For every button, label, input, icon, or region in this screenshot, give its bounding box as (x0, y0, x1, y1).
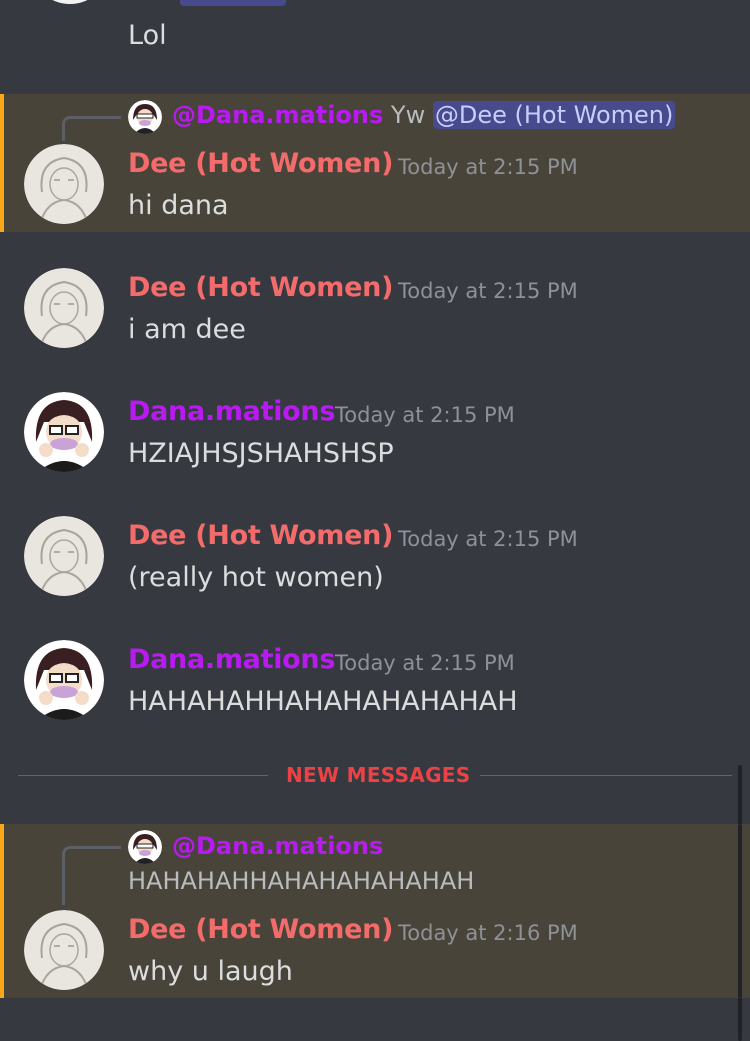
message-author[interactable]: Dee (Hot Women) (128, 148, 393, 179)
message-timestamp: Today at 2:16 PM (398, 921, 578, 945)
message-text: (really hot women) (128, 562, 384, 593)
new-messages-label: NEW MESSAGES (286, 763, 471, 787)
mention-highlight-bar (0, 824, 4, 998)
message-timestamp: Today at 2:15 PM (398, 155, 578, 179)
reply-spine (62, 846, 121, 905)
partial-avatar[interactable] (30, 0, 110, 4)
reply-avatar[interactable] (128, 100, 162, 134)
message-author[interactable]: Dee (Hot Women) (128, 272, 393, 303)
message-text: hi dana (128, 190, 229, 221)
reply-preview[interactable]: @Dana.mations Yw @Dee (Hot Women) (172, 101, 676, 129)
dee-avatar[interactable] (24, 144, 104, 224)
reply-text: Yw (390, 101, 426, 129)
reply-avatar[interactable] (128, 830, 162, 864)
message-timestamp: Today at 2:15 PM (398, 279, 578, 303)
reply-mention[interactable]: @Dee (Hot Women) (432, 101, 676, 129)
reply-spine (62, 116, 121, 141)
message-author[interactable]: Dee (Hot Women) (128, 914, 393, 945)
dee-avatar[interactable] (24, 910, 104, 990)
scrollbar-thumb[interactable] (738, 824, 742, 998)
message-text: Lol (128, 20, 167, 51)
reply-author[interactable]: @Dana.mations (172, 101, 383, 129)
message-timestamp: Today at 2:15 PM (398, 527, 578, 551)
dee-avatar[interactable] (24, 516, 104, 596)
partial-mention (180, 0, 286, 6)
reply-text: HAHAHAHHAHAHAHAHAHAH (128, 867, 475, 895)
message-author[interactable]: Dee (Hot Women) (128, 520, 393, 551)
mention-highlight-bar (0, 94, 4, 232)
message-text: i am dee (128, 314, 246, 345)
message-text: HAHAHAHHAHAHAHAHAHAH (128, 686, 518, 717)
message-timestamp: Today at 2:15 PM (335, 403, 515, 427)
reply-preview[interactable]: @Dana.mations (172, 832, 383, 860)
message-timestamp: Today at 2:15 PM (335, 651, 515, 675)
new-messages-divider-right (480, 775, 732, 776)
message-text: why u laugh (128, 956, 293, 987)
dana-avatar[interactable] (24, 640, 104, 720)
dee-avatar[interactable] (24, 268, 104, 348)
dana-avatar[interactable] (24, 392, 104, 472)
message-author[interactable]: Dana.mations (128, 396, 335, 427)
reply-author[interactable]: @Dana.mations (172, 832, 383, 860)
message-author[interactable]: Dana.mations (128, 644, 335, 675)
message-text: HZIAJHSJSHAHSHSP (128, 438, 394, 469)
new-messages-divider-left (18, 775, 268, 776)
